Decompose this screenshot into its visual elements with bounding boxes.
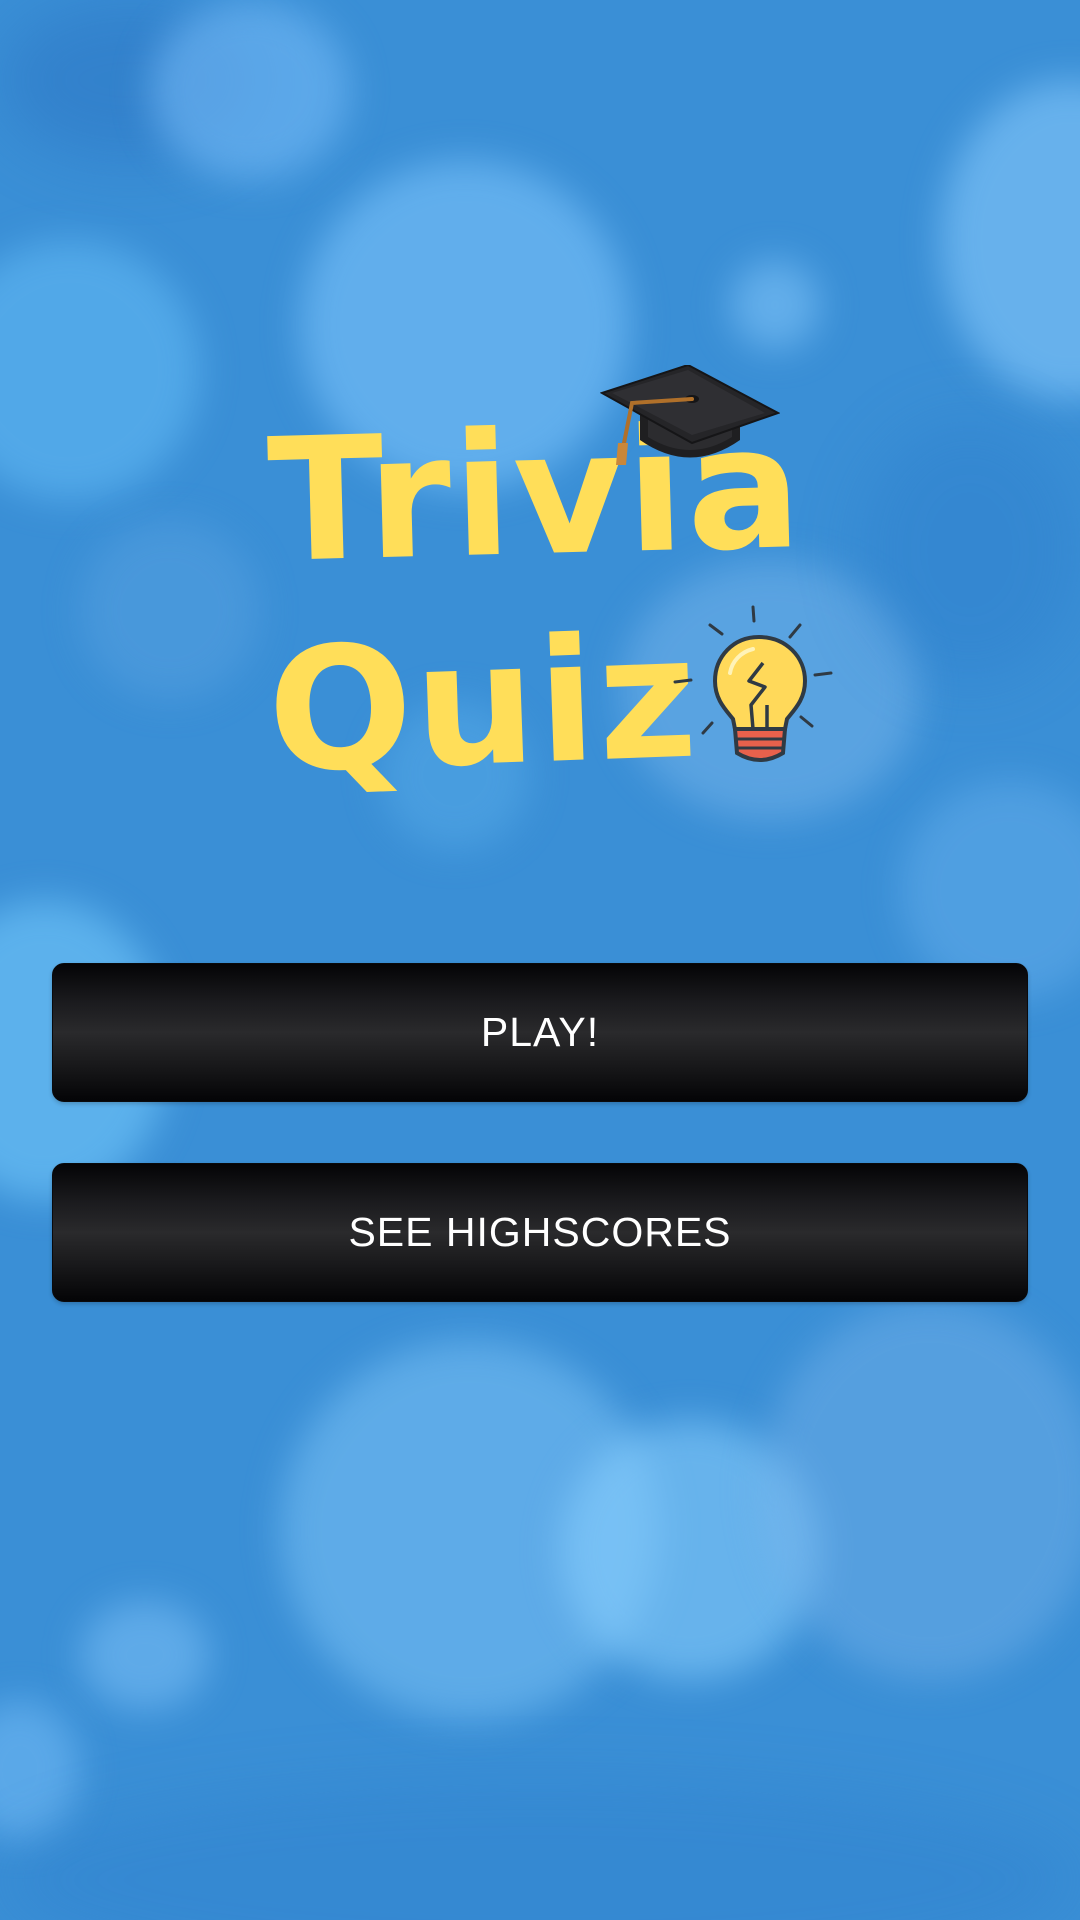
logo-title-line2: Quiz xyxy=(264,598,703,812)
play-button-label: PLAY! xyxy=(480,1009,600,1055)
play-button[interactable]: PLAY! xyxy=(52,963,1028,1102)
light-bulb-icon xyxy=(673,605,833,762)
see-highscores-button[interactable]: SEE HIGHSCORES xyxy=(52,1163,1028,1302)
see-highscores-button-label: SEE HIGHSCORES xyxy=(348,1209,732,1255)
graduation-cap-icon xyxy=(600,365,780,465)
app-logo: Trivia Quiz xyxy=(250,365,850,830)
app-screen: Trivia Quiz PLAY! SEE HIGHSCORES xyxy=(0,0,1080,1920)
